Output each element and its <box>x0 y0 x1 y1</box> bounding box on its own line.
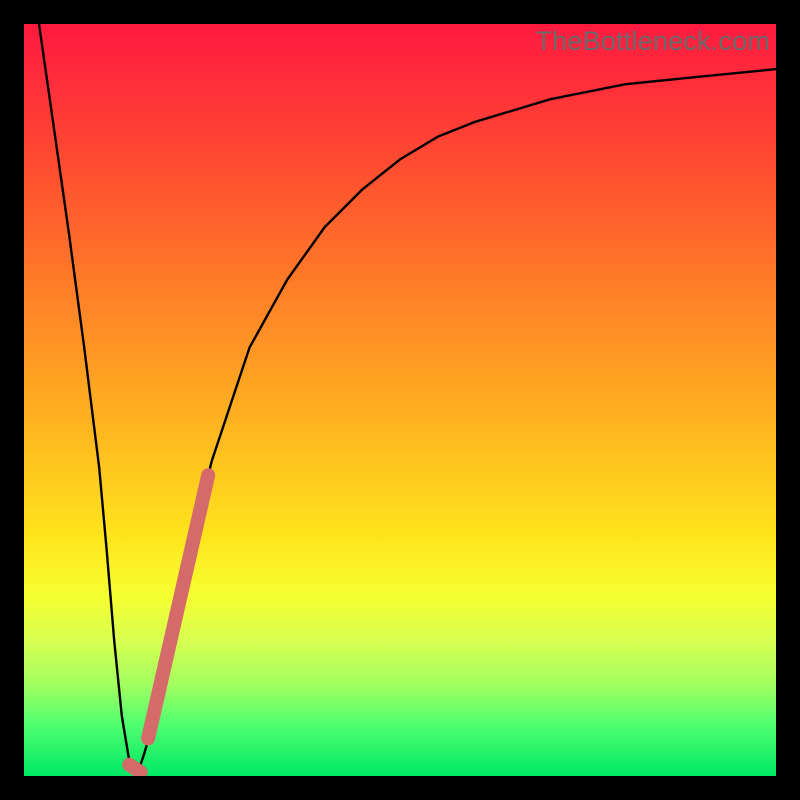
chart-frame: TheBottleneck.com <box>0 0 800 800</box>
plot-area: TheBottleneck.com <box>24 24 776 776</box>
curve-main <box>39 24 776 776</box>
highlight-segment-1 <box>148 475 208 738</box>
bottleneck-curve <box>24 24 776 776</box>
highlight-segment-0 <box>129 765 140 773</box>
